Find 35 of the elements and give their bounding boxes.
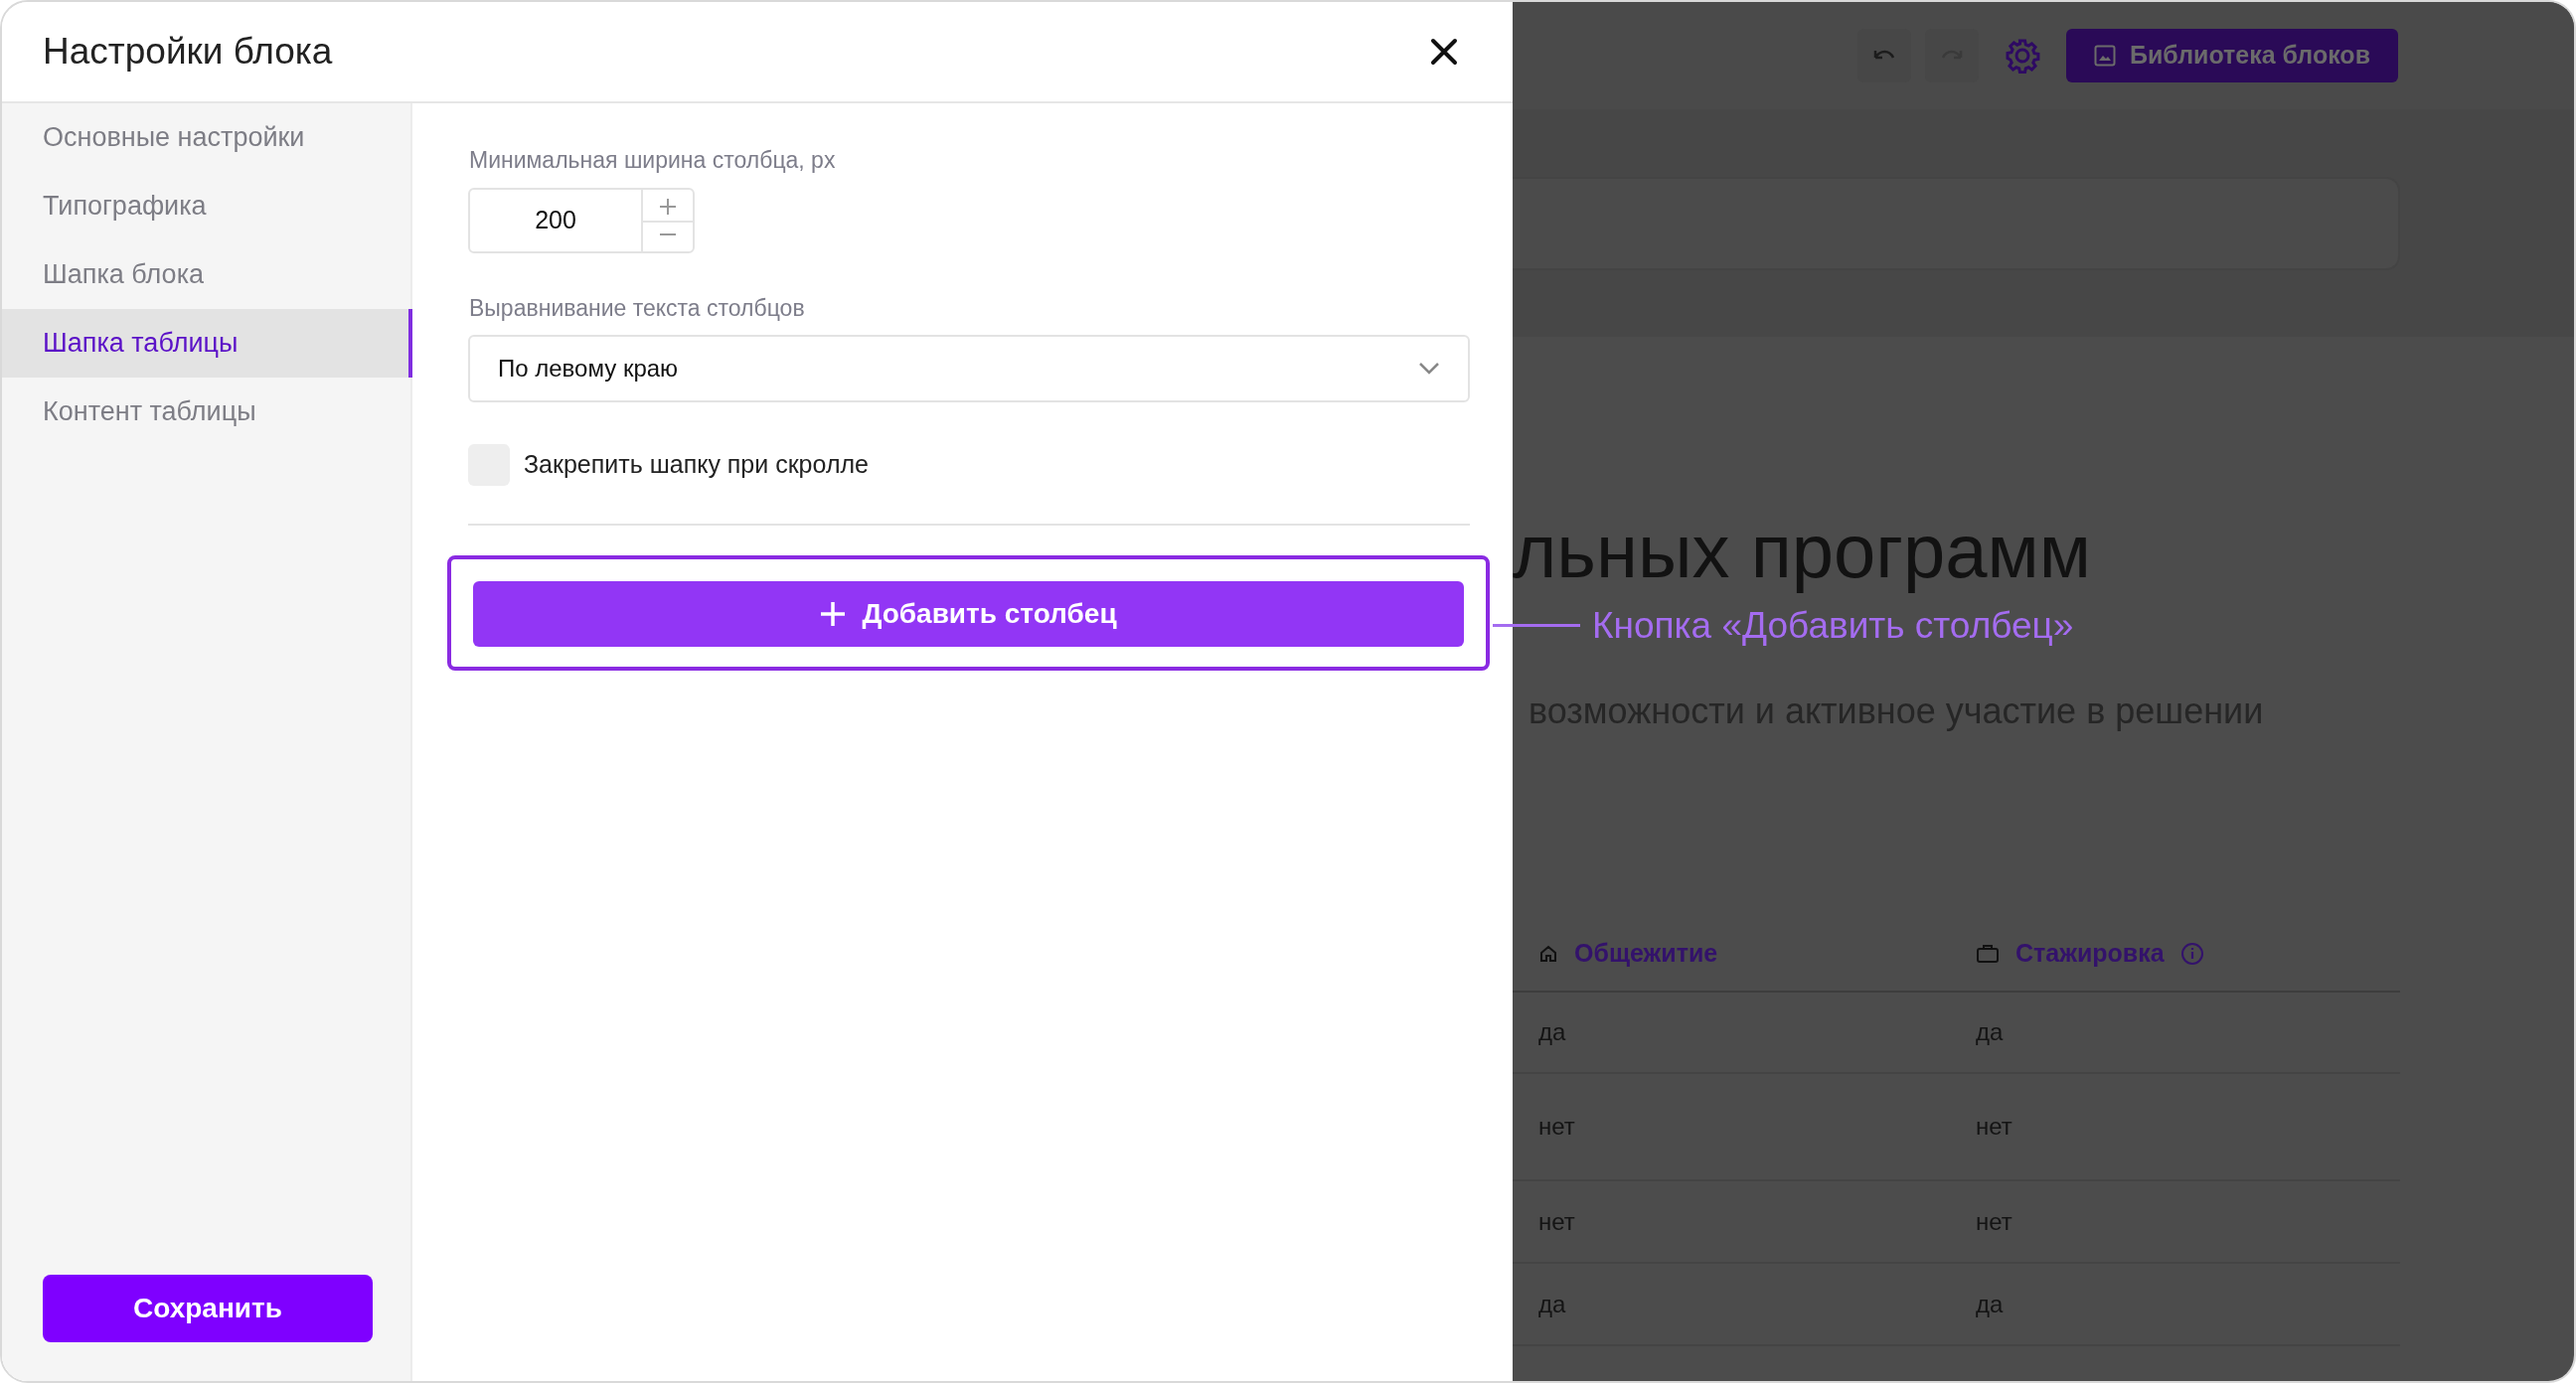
table-cell: да xyxy=(1538,1290,1566,1317)
block-library-button[interactable]: Библиотека блоков xyxy=(2065,29,2398,82)
input-field[interactable] xyxy=(1513,177,2400,270)
sidebar-item[interactable]: Основные настройки xyxy=(2,103,410,172)
sidebar-item[interactable]: Контент таблицы xyxy=(2,378,410,446)
column-header: Общежитие xyxy=(1574,938,1718,970)
number-stepper[interactable]: 200 xyxy=(468,187,695,253)
info-icon[interactable] xyxy=(2179,942,2204,966)
save-button[interactable]: Сохранить xyxy=(43,1275,373,1342)
table-cell: да xyxy=(1538,1018,1566,1045)
briefcase-icon xyxy=(1976,944,2000,964)
annotation-label: Кнопка «Добавить столбец» xyxy=(1592,604,2074,648)
sidebar-item[interactable]: Шапка таблицы xyxy=(2,309,412,378)
column-header: Стажировка xyxy=(2015,938,2165,970)
checkbox-label: Закрепить шапку при скролле xyxy=(524,449,869,481)
chevron-down-icon xyxy=(1418,362,1440,376)
settings-icon[interactable] xyxy=(2004,38,2040,74)
field-label: Выравнивание текста столбцов xyxy=(469,293,806,323)
table-cell: нет xyxy=(1976,1207,2012,1235)
house-icon xyxy=(1538,944,1558,964)
dialog-title: Настройки блока xyxy=(43,30,333,75)
table-cell: да xyxy=(1976,1018,2004,1045)
plus-icon xyxy=(820,601,847,627)
table-cell: нет xyxy=(1538,1207,1575,1235)
table-cell: нет xyxy=(1976,1113,2012,1140)
field-label: Минимальная ширина столбца, px xyxy=(469,146,837,175)
sidebar-item[interactable]: Шапка блока xyxy=(2,240,410,309)
table-cell: нет xyxy=(1538,1113,1575,1140)
minus-icon[interactable] xyxy=(658,231,678,236)
add-column-button[interactable]: Добавить столбец xyxy=(473,581,1464,647)
alignment-dropdown[interactable]: По левому краю xyxy=(468,335,1470,402)
plus-icon[interactable] xyxy=(658,196,678,217)
image-icon xyxy=(2093,45,2116,67)
table-cell: да xyxy=(1976,1290,2004,1317)
sidebar-item[interactable]: Типографика xyxy=(2,172,410,240)
